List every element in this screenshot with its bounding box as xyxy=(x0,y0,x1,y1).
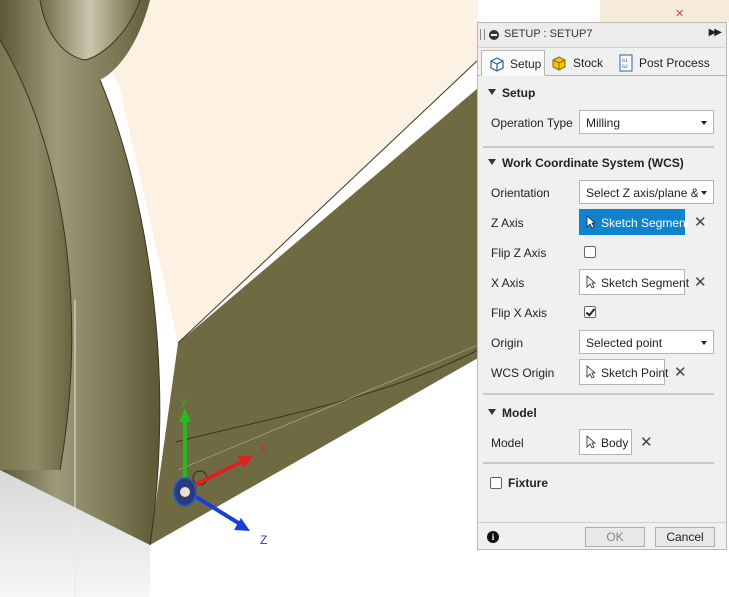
collapse-icon[interactable] xyxy=(489,30,499,40)
dropdown-arrow-icon xyxy=(701,341,707,345)
orientation-label: Orientation xyxy=(491,186,550,200)
stock-cube-icon xyxy=(552,56,566,71)
flip-x-axis-checkbox[interactable] xyxy=(584,306,596,318)
section-divider xyxy=(483,462,714,464)
clear-model-icon[interactable]: ✕ xyxy=(640,435,653,450)
dialog-tabs: Setup Stock G1 G2 Post Process xyxy=(478,48,726,76)
dialog-title: SETUP : SETUP7 xyxy=(504,28,593,40)
tab-post-process[interactable]: G1 G2 Post Process xyxy=(614,50,722,74)
cursor-arrow-icon xyxy=(586,215,596,229)
x-axis-selection-button[interactable]: Sketch Segment xyxy=(579,269,689,295)
setup-section-title: Setup xyxy=(502,86,536,100)
setup-dialog: SETUP : SETUP7 ▶▶ Setup Stock G1 G2 Post… xyxy=(477,22,727,550)
operation-type-value: Milling xyxy=(586,116,621,130)
origin-value: Selected point xyxy=(586,336,663,350)
model-section-title: Model xyxy=(502,406,537,420)
cancel-button-label: Cancel xyxy=(666,530,704,544)
fixture-checkbox[interactable] xyxy=(490,477,502,489)
tab-setup[interactable]: Setup xyxy=(481,50,545,76)
x-axis-value: Sketch Segment xyxy=(601,276,690,290)
cursor-arrow-icon xyxy=(586,275,596,289)
cancel-button[interactable]: Cancel xyxy=(655,527,715,547)
origin-select[interactable]: Selected point xyxy=(579,330,714,354)
footer-divider xyxy=(478,522,726,523)
x-axis-label: X xyxy=(260,443,268,455)
post-process-icon: G1 G2 xyxy=(619,54,633,72)
caret-down-icon xyxy=(488,409,496,415)
expand-icon[interactable]: ▶▶ xyxy=(709,27,722,38)
origin-label: Origin xyxy=(491,336,524,350)
dropdown-arrow-icon xyxy=(701,191,707,195)
z-axis-value: Sketch Segment xyxy=(601,216,690,230)
dialog-titlebar[interactable]: SETUP : SETUP7 ▶▶ xyxy=(478,23,726,48)
flip-z-axis-checkbox[interactable] xyxy=(584,246,596,258)
wcs-origin-value: Sketch Point xyxy=(601,366,669,380)
clear-x-axis-icon[interactable]: ✕ xyxy=(694,275,707,290)
model-selection-button[interactable]: Body xyxy=(579,429,632,455)
caret-down-icon xyxy=(488,89,496,95)
caret-down-icon xyxy=(488,159,496,165)
wcs-origin-label: WCS Origin xyxy=(491,366,555,380)
part-fragment xyxy=(600,0,729,22)
dropdown-arrow-icon xyxy=(701,121,707,125)
fixture-section-title: Fixture xyxy=(508,476,549,490)
flip-z-axis-label: Flip Z Axis xyxy=(491,246,547,260)
y-axis-label: Y xyxy=(180,398,188,410)
fixture-section-header[interactable]: Fixture xyxy=(478,473,726,493)
setup-cube-icon xyxy=(490,57,504,72)
clear-z-axis-icon[interactable]: ✕ xyxy=(694,215,707,230)
z-axis-label: Z xyxy=(260,533,267,547)
model-label: Model xyxy=(491,436,524,450)
clear-wcs-origin-icon[interactable]: ✕ xyxy=(674,365,687,380)
operation-type-select[interactable]: Milling xyxy=(579,110,714,134)
z-axis-selection-button[interactable]: Sketch Segment xyxy=(579,209,689,235)
orientation-value: Select Z axis/plane & X axis xyxy=(586,186,698,200)
section-divider xyxy=(483,393,714,395)
section-divider xyxy=(483,146,714,148)
tab-setup-label: Setup xyxy=(510,57,542,71)
cursor-arrow-icon xyxy=(586,435,596,449)
flip-x-axis-label: Flip X Axis xyxy=(491,306,548,320)
info-icon[interactable]: i xyxy=(487,531,499,543)
model-value: Body xyxy=(601,436,629,450)
setup-section-header[interactable]: Setup xyxy=(478,83,726,103)
orientation-select[interactable]: Select Z axis/plane & X axis xyxy=(579,180,714,204)
ok-button[interactable]: OK xyxy=(585,527,645,547)
wcs-section-title: Work Coordinate System (WCS) xyxy=(502,156,684,170)
cursor-arrow-icon xyxy=(586,365,596,379)
wcs-origin-selection-button[interactable]: Sketch Point xyxy=(579,359,669,385)
z-axis-label: Z Axis xyxy=(491,216,524,230)
svg-text:G2: G2 xyxy=(622,64,628,70)
tab-stock-label: Stock xyxy=(573,56,604,70)
model-section-header[interactable]: Model xyxy=(478,403,726,423)
tab-stock[interactable]: Stock xyxy=(548,50,610,74)
x-axis-label: X Axis xyxy=(491,276,525,290)
tab-post-process-label: Post Process xyxy=(639,56,710,70)
svg-text:✕: ✕ xyxy=(675,8,684,20)
ok-button-label: OK xyxy=(606,530,624,544)
operation-type-label: Operation Type xyxy=(491,116,573,130)
drag-handle-icon[interactable] xyxy=(480,29,485,40)
wcs-section-header[interactable]: Work Coordinate System (WCS) xyxy=(478,153,726,173)
